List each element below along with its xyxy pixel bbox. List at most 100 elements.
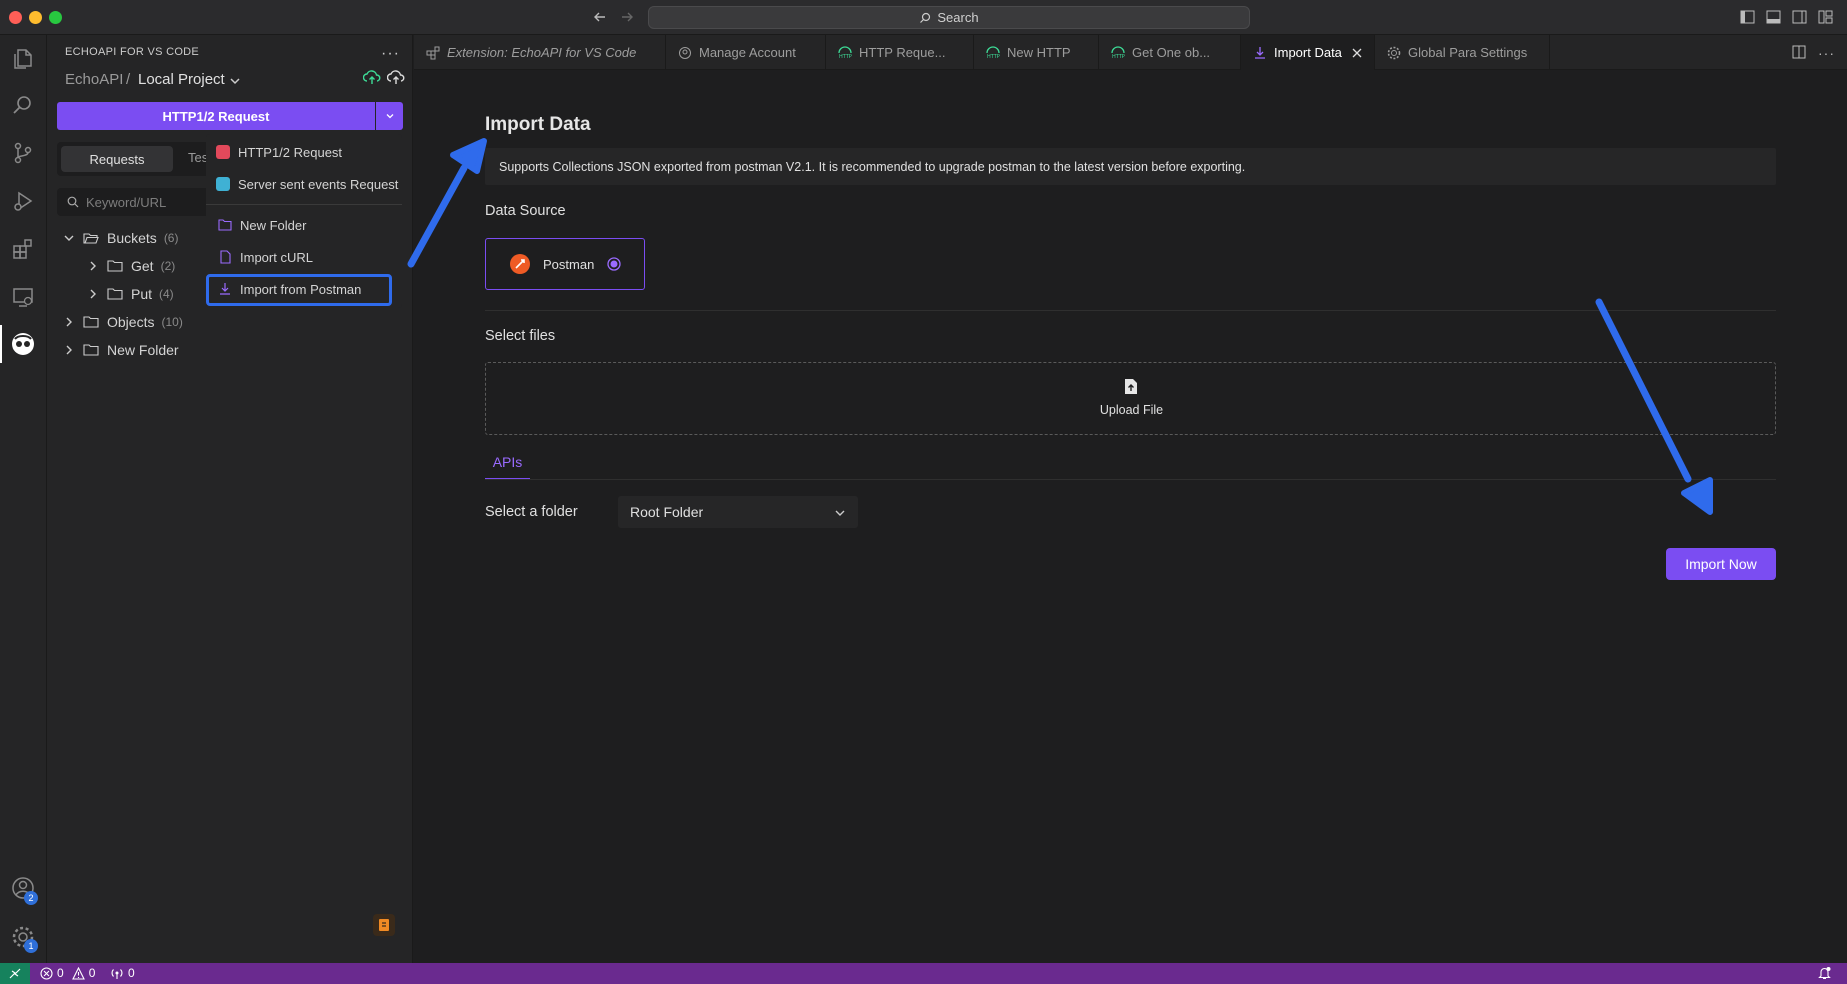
notifications-bell-icon[interactable] [1818,966,1831,980]
menu-divider [206,204,402,205]
command-search-box[interactable]: Search [648,6,1250,29]
chevron-right-icon [66,317,72,327]
postman-logo-icon [510,254,530,274]
sse-icon [216,177,230,191]
tab-label: Manage Account [699,45,796,60]
tree-item-put[interactable]: Put (4) [87,282,174,306]
tab-new-http[interactable]: HTTP New HTTP [974,35,1099,70]
tab-get-one-object[interactable]: HTTP Get One ob... [1099,35,1241,70]
minimize-window-button[interactable] [29,11,42,24]
remote-explorer-icon[interactable] [10,284,36,310]
explorer-icon[interactable] [10,45,36,71]
tab-label: Global Para Settings [1408,45,1528,60]
warning-icon [71,966,85,980]
new-http-request-button[interactable]: HTTP1/2 Request [57,102,375,130]
svg-text:HTTP: HTTP [839,54,852,60]
folder-open-icon [83,233,99,244]
file-upload-icon [1125,379,1137,394]
toggle-secondary-sidebar-icon[interactable] [1792,10,1807,24]
info-message: Supports Collections JSON exported from … [485,148,1776,185]
tree-item-objects[interactable]: Objects (10) [63,310,183,334]
cloud-upload-icon[interactable] [387,69,405,85]
help-doc-icon[interactable] [373,914,395,936]
tree-item-buckets[interactable]: Buckets (6) [63,226,178,250]
upload-label: Upload File [1099,403,1164,417]
new-request-menu-button[interactable] [376,102,403,130]
folder-plus-icon [218,219,232,231]
import-now-button[interactable]: Import Now [1666,548,1776,580]
info-text: Supports Collections JSON exported from … [499,159,1246,174]
chevron-down-icon [64,235,74,241]
back-arrow-icon[interactable] [593,10,607,24]
menu-item-label: New Folder [240,217,307,233]
http-icon: HTTP [986,45,1000,60]
chevron-right-icon [66,345,72,355]
radio-selected[interactable] [607,257,621,271]
breadcrumb-root[interactable]: EchoAPI [65,71,123,88]
menu-item-sse-request[interactable]: Server sent events Request [216,172,398,196]
folder-icon [107,288,123,300]
tree-count: (2) [160,259,176,273]
toggle-sidebar-icon[interactable] [1740,10,1755,24]
remote-indicator[interactable] [0,963,30,984]
tree-item-get[interactable]: Get (2) [87,254,175,278]
folder-select[interactable]: Root Folder [618,496,858,528]
menu-item-import-curl[interactable]: Import cURL [218,245,313,269]
source-option-postman[interactable]: Postman [485,238,645,290]
run-debug-icon[interactable] [10,188,36,214]
svg-text:HTTP: HTTP [987,54,1000,60]
close-icon[interactable] [1352,48,1362,58]
highlight-box-annotation [206,274,392,306]
tree-label: Get [131,258,154,274]
tab-apis[interactable]: APIs [485,446,530,480]
select-folder-label: Select a folder [485,504,578,520]
tree-item-new-folder[interactable]: New Folder [63,338,179,362]
upload-file-dropzone[interactable]: Upload File [485,362,1776,435]
chevron-down-icon[interactable] [229,75,241,87]
search-icon [67,196,79,208]
ports-count: 0 [128,966,135,980]
chevron-down-icon [835,510,845,516]
broadcast-icon [111,968,123,979]
settings-gear-icon [1387,46,1401,59]
folder-icon [83,344,99,356]
sidebar-title: ECHOAPI FOR VS CODE [65,46,200,58]
extensions-icon [426,46,440,59]
extensions-icon[interactable] [10,236,36,262]
search-icon[interactable] [10,92,36,118]
customize-layout-icon[interactable] [1818,10,1833,24]
cloud-sync-icon[interactable] [363,69,381,85]
tab-import-data[interactable]: Import Data [1241,35,1375,70]
toggle-panel-icon[interactable] [1766,10,1781,24]
maximize-window-button[interactable] [49,11,62,24]
tree-label: Buckets [107,230,157,246]
menu-item-label: Server sent events Request [238,176,399,192]
curl-icon [220,250,231,264]
tab-global-para-settings[interactable]: Global Para Settings [1375,35,1550,70]
forward-arrow-icon[interactable] [620,10,634,24]
more-actions-icon[interactable]: ··· [381,45,400,63]
folder-select-value: Root Folder [630,504,704,520]
menu-item-label: HTTP1/2 Request [238,144,343,160]
ports-indicator[interactable]: 0 [110,966,135,980]
search-icon [920,12,931,23]
echoapi-icon[interactable] [10,331,36,357]
menu-item-http-request[interactable]: HTTP1/2 Request [216,140,342,164]
split-editor-icon[interactable] [1792,45,1806,59]
chevron-down-icon [386,114,393,119]
status-bar: 0 0 0 [0,963,1847,984]
source-control-icon[interactable] [10,140,36,166]
tab-requests[interactable]: Requests [61,146,173,172]
error-count: 0 [57,966,64,980]
close-window-button[interactable] [9,11,22,24]
editor-tab-bar: Extension: EchoAPI for VS Code Manage Ac… [414,35,1847,70]
more-actions-icon[interactable]: ··· [1818,45,1835,61]
tab-extension-echoapi[interactable]: Extension: EchoAPI for VS Code [414,35,666,70]
tab-label: Extension: EchoAPI for VS Code [447,45,637,60]
select-files-label: Select files [485,328,556,344]
menu-item-new-folder[interactable]: New Folder [218,213,306,237]
problems-indicator[interactable]: 0 0 [40,966,95,980]
tab-http-request[interactable]: HTTP HTTP Reque... [826,35,974,70]
project-selector[interactable]: Local Project [138,71,225,88]
tab-manage-account[interactable]: Manage Account [666,35,826,70]
